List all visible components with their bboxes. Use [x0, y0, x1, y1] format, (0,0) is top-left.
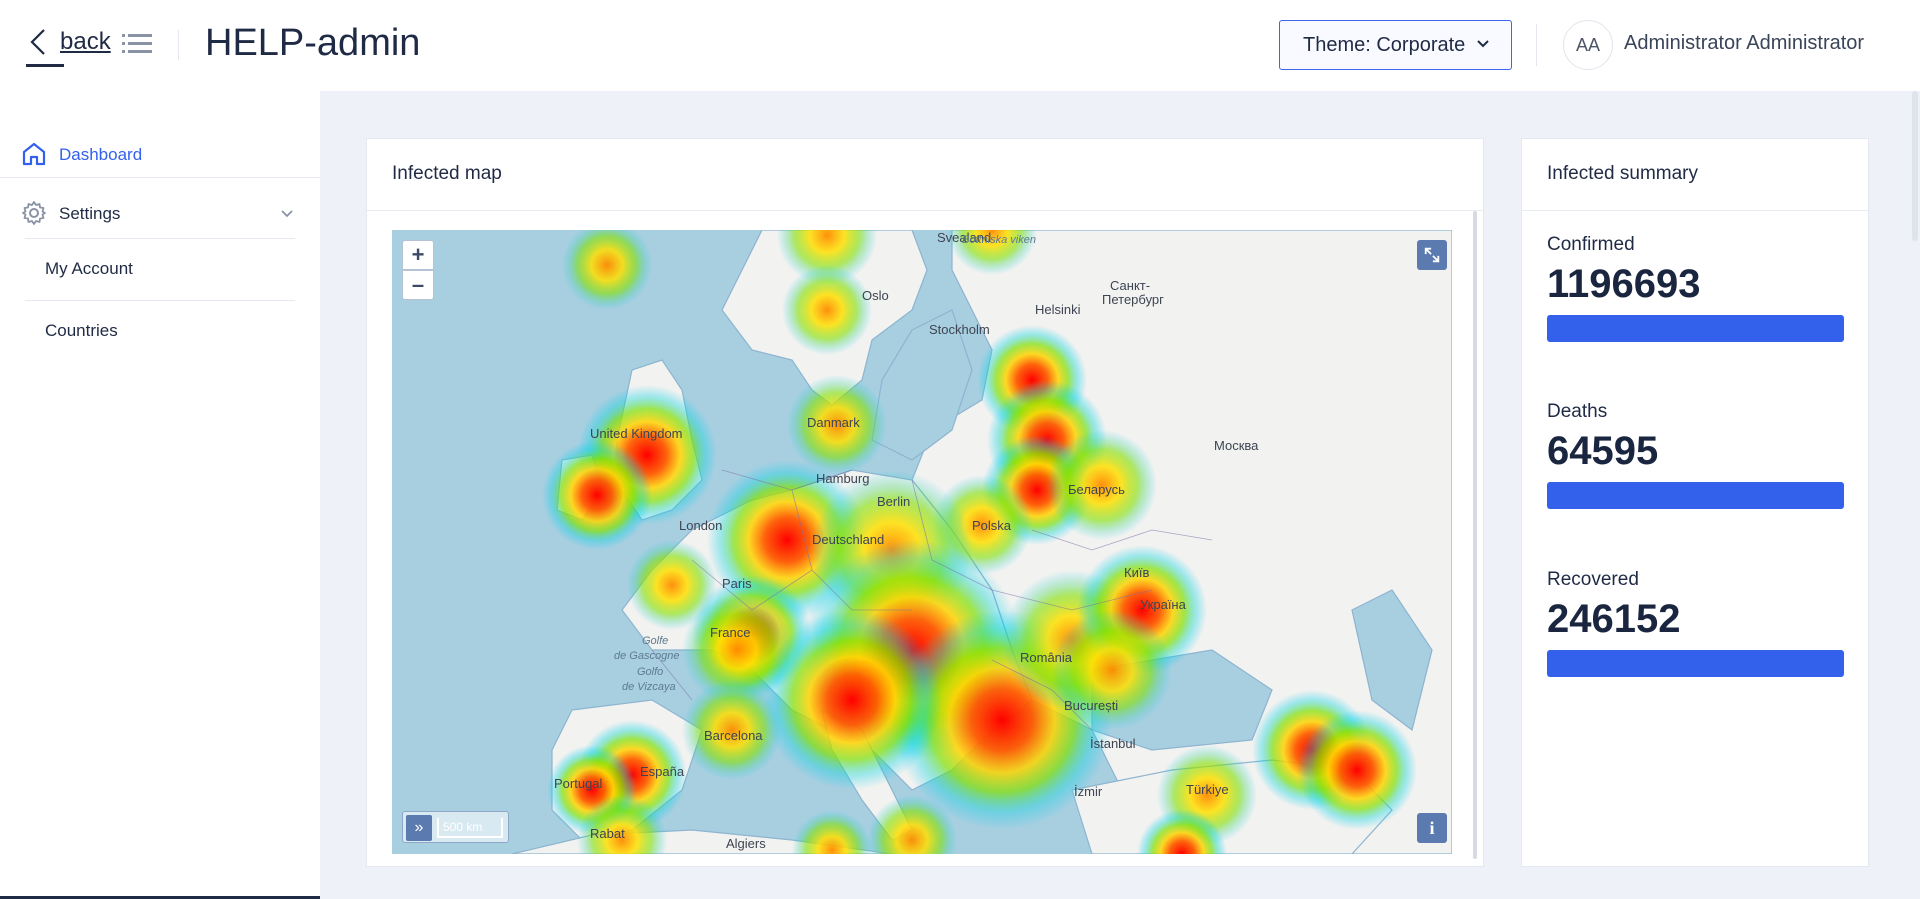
sidebar-item-settings[interactable]: Settings [0, 191, 320, 235]
stat-label: Confirmed [1547, 234, 1635, 255]
zoom-out-button[interactable]: – [402, 270, 434, 300]
map-label: de Vizcaya [622, 681, 676, 693]
zoom-in-button[interactable]: + [402, 240, 434, 270]
scale-text: 500 km [443, 820, 483, 834]
chevron-left-icon [30, 29, 45, 55]
sidebar-item-label: Settings [59, 204, 121, 223]
map-label: România [1020, 650, 1073, 665]
page-scrollbar[interactable] [1912, 91, 1918, 241]
scale-toggle-button[interactable]: » [406, 815, 432, 841]
card-header-divider [1522, 210, 1868, 211]
infected-map-card: Infected map Oslo Stockholm Helsinki Сан… [366, 138, 1484, 867]
app-title: HELP-admin [205, 22, 421, 64]
card-title: Infected map [392, 163, 502, 184]
stat-value: 1196693 [1547, 262, 1701, 306]
map-label: İstanbul [1090, 736, 1136, 751]
map-label: Portugal [554, 776, 603, 791]
stat-value: 64595 [1547, 429, 1659, 473]
sidebar-item-dashboard[interactable]: Dashboard [0, 132, 320, 176]
map-label: Москва [1214, 438, 1259, 453]
map-label: Türkiye [1186, 782, 1229, 797]
stat-bar [1547, 315, 1844, 342]
home-icon [22, 142, 46, 166]
map-label: Санкт- [1110, 278, 1151, 293]
map-label: de Gascogne [614, 650, 680, 662]
avatar[interactable]: AA [1563, 20, 1613, 70]
map-label: Helsinki [1035, 302, 1081, 317]
chevron-down-icon [281, 210, 293, 218]
stat-bar [1547, 650, 1844, 677]
gear-icon [22, 201, 46, 225]
card-scrollbar[interactable] [1473, 211, 1477, 859]
map-label: Петербург [1102, 292, 1164, 307]
stat-bar [1547, 482, 1844, 509]
map-label: Україна [1140, 597, 1186, 612]
menu-icon[interactable] [122, 32, 152, 56]
map-label: Algiers [726, 836, 766, 851]
map-label: Golfo [637, 666, 664, 678]
map-label: İzmir [1074, 784, 1103, 799]
map-label: Danmark [807, 415, 860, 430]
map-label: Stockholm [929, 322, 990, 337]
map-base [511, 230, 1452, 854]
back-underline [26, 64, 64, 67]
sidebar-subitem-countries[interactable]: Countries [45, 321, 118, 341]
map-label: España [640, 764, 685, 779]
chevron-down-icon [1477, 40, 1489, 48]
map-label: Deutschland [812, 532, 885, 547]
divider [25, 238, 295, 239]
map-label: Rabat [590, 826, 625, 841]
map-label: București [1064, 698, 1119, 713]
map-label: Київ [1124, 565, 1150, 580]
stat-label: Deaths [1547, 401, 1608, 422]
map-label: Barcelona [704, 728, 763, 743]
map-label: Paris [722, 576, 752, 591]
map-label: Berlin [877, 494, 911, 509]
sidebar: Dashboard Settings My Account Countries [0, 91, 320, 899]
user-name[interactable]: Administrator Administrator [1624, 32, 1864, 55]
scale-control: » 500 km [402, 811, 509, 843]
back-label: back [60, 28, 111, 55]
stat-value: 246152 [1547, 597, 1681, 641]
map-label: London [679, 518, 723, 533]
theme-select[interactable]: Theme: Corporate [1279, 20, 1512, 70]
stat-deaths: Deaths 64595 [1547, 401, 1844, 509]
map-label: United Kingdom [590, 426, 683, 441]
card-title: Infected summary [1547, 163, 1698, 184]
divider [25, 300, 295, 301]
fullscreen-button[interactable] [1417, 240, 1447, 270]
stat-confirmed: Confirmed 1196693 [1547, 234, 1844, 342]
sidebar-item-label: Dashboard [59, 145, 143, 164]
stat-recovered: Recovered 246152 [1547, 569, 1844, 677]
map-label: Bottniska viken [962, 234, 1036, 246]
info-button[interactable]: i [1417, 813, 1447, 843]
divider [0, 177, 320, 178]
header: back HELP-admin Theme: Corporate AA Admi… [0, 0, 1920, 91]
map-label: Golfe [642, 635, 669, 647]
map-label: Беларусь [1068, 482, 1125, 497]
header-divider-right [1536, 24, 1537, 66]
map-label: Hamburg [816, 471, 870, 486]
infected-summary-card: Infected summary Confirmed 1196693 Death… [1521, 138, 1869, 867]
map-label: France [710, 625, 751, 640]
map-label: Polska [972, 518, 1012, 533]
header-divider [178, 30, 179, 60]
theme-select-value: Theme: Corporate [1303, 33, 1466, 56]
map-label: Oslo [862, 288, 889, 303]
card-header-divider [367, 210, 1483, 211]
back-button[interactable]: back [26, 26, 111, 58]
expand-icon [1424, 247, 1440, 263]
stat-label: Recovered [1547, 569, 1639, 590]
sidebar-subitem-my-account[interactable]: My Account [45, 259, 133, 279]
heatmap-map[interactable]: Oslo Stockholm Helsinki Санкт- Петербург… [392, 230, 1452, 854]
